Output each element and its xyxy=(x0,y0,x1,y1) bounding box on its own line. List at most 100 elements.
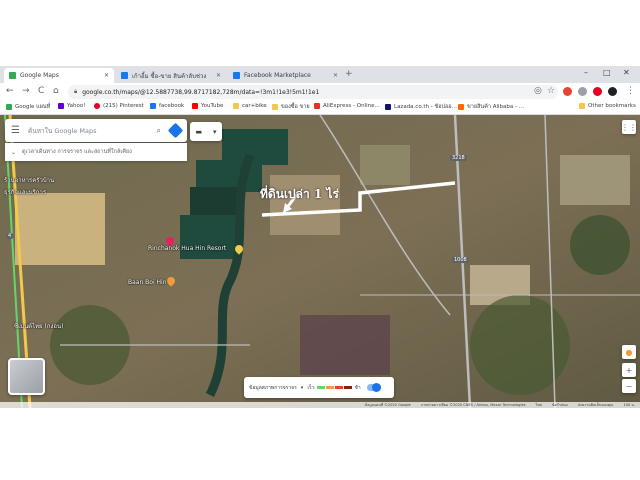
folder-icon xyxy=(272,104,278,110)
map-search-box: ☰ ค้นหาใน Google Maps ⌕ xyxy=(5,119,187,142)
bookmark-youtube[interactable]: YouTube xyxy=(192,103,223,109)
land-annotation-label: ที่ดินเปล่า 1 ไร่ xyxy=(260,187,339,201)
tab-strip: Google Maps ✕ เก้าอี้ม ซื้อ-ขาย สินค้าลั… xyxy=(0,66,640,83)
pegman-icon[interactable]: ● xyxy=(622,345,636,359)
imagery-credit: ภาพถ่ายดาวเทียม ©2020 CNES / Airbus, Max… xyxy=(420,403,526,407)
hamburger-menu-icon[interactable]: ☰ xyxy=(11,125,20,136)
map-type-thumbnail[interactable] xyxy=(8,358,45,395)
place-label-cement[interactable]: ซีเมนต์ไทย (กงอน) xyxy=(14,321,63,331)
browser-window: Google Maps ✕ เก้าอี้ม ซื้อ-ขาย สินค้าลั… xyxy=(0,66,640,408)
address-bar[interactable]: 🔒︎ google.co.th/maps/@12.5887738,99.8717… xyxy=(68,85,558,99)
facebook-favicon-icon xyxy=(233,72,240,79)
bookmark-facebook[interactable]: facebook xyxy=(150,103,184,109)
menu-kebab-icon[interactable]: ⋮ xyxy=(626,86,635,96)
bookmark-yahoo[interactable]: Yahoo! xyxy=(58,103,85,109)
bookmark-folder-buy-sell[interactable]: ของซื้อ ขาย xyxy=(272,103,310,111)
tab-facebook-marketplace[interactable]: Facebook Marketplace ✕ xyxy=(228,68,343,83)
place-label-resort[interactable]: Rinchanok Hua Hin Resort xyxy=(148,245,226,252)
bookmark-label: AliExpress - Online... xyxy=(323,103,380,109)
close-window-button[interactable]: ✕ xyxy=(623,68,630,77)
close-tab-icon[interactable]: ✕ xyxy=(216,72,221,79)
url-text: google.co.th/maps/@12.5887738,99.8717182… xyxy=(82,88,320,96)
bookmark-label: ขายสินค้า Alibaba - ... xyxy=(467,104,524,110)
map-data-credit: ข้อมูลแผนที่ ©2020 Google xyxy=(364,403,411,407)
traffic-toggle[interactable] xyxy=(366,383,381,392)
back-button[interactable]: ← xyxy=(6,86,14,96)
road-number-badge: 3218 xyxy=(450,155,467,161)
road-number-badge: 1008 xyxy=(452,257,469,263)
bookmark-label: Other bookmarks xyxy=(588,103,636,109)
extension-icon[interactable] xyxy=(563,87,572,96)
scale-bar[interactable]: 100 ม. xyxy=(623,402,635,408)
yahoo-icon xyxy=(58,103,64,109)
facebook-favicon-icon xyxy=(121,72,128,79)
tab-google-maps[interactable]: Google Maps ✕ xyxy=(4,68,114,83)
bookmark-alibaba[interactable]: ขายสินค้า Alibaba - ... xyxy=(458,103,524,111)
profile-avatar[interactable] xyxy=(608,87,617,96)
terms-link[interactable]: ข้อกำหนด xyxy=(552,402,568,408)
bookmarks-bar: Google แผนที่ Yahoo! (215) Pinterest fac… xyxy=(0,101,640,115)
extension-icon[interactable] xyxy=(578,87,587,96)
place-label-baan-boi-hin[interactable]: Baan Boi Hin xyxy=(128,279,167,286)
aliexpress-icon xyxy=(314,103,320,109)
bookmark-label: Yahoo! xyxy=(67,103,86,109)
nearby-suggestion-chip[interactable]: ⌄ ดูเวลาเดินทาง การจราจร และสถานที่ใกล้เ… xyxy=(5,143,187,161)
pinterest-extension-icon[interactable] xyxy=(593,87,602,96)
layers-button[interactable]: ▬ ▾ xyxy=(190,122,222,141)
location-icon[interactable]: ◎ xyxy=(534,86,542,96)
bookmark-label: car+bike xyxy=(242,103,267,109)
search-input[interactable]: ค้นหาใน Google Maps xyxy=(28,126,152,136)
maximize-button[interactable]: □ xyxy=(603,68,611,77)
chevron-down-icon: ⌄ xyxy=(11,148,17,156)
traffic-slow-label: ช้า xyxy=(354,384,361,391)
zoom-out-button[interactable]: − xyxy=(622,379,636,393)
facebook-icon xyxy=(150,103,156,109)
zoom-in-button[interactable]: + xyxy=(622,363,636,377)
country-link[interactable]: ไทย xyxy=(536,402,542,408)
traffic-slow-swatch xyxy=(334,386,343,389)
bookmark-pinterest[interactable]: (215) Pinterest xyxy=(94,103,144,109)
close-tab-icon[interactable]: ✕ xyxy=(333,72,338,79)
bookmark-label: ของซื้อ ขาย xyxy=(281,104,310,110)
home-icon[interactable]: ⌂ xyxy=(53,86,59,96)
directions-icon[interactable] xyxy=(167,122,184,139)
bookmark-label: (215) Pinterest xyxy=(103,103,144,109)
lock-icon: 🔒︎ xyxy=(74,88,78,95)
chevron-down-icon: ▾ xyxy=(213,127,217,136)
alibaba-icon xyxy=(458,104,464,110)
chevron-down-icon[interactable]: ▾ xyxy=(301,385,304,391)
tab-label: Google Maps xyxy=(20,72,59,79)
bookmark-label: facebook xyxy=(159,103,185,109)
other-bookmarks[interactable]: Other bookmarks xyxy=(579,103,636,109)
tab-label: Facebook Marketplace xyxy=(244,72,311,79)
traffic-fast-label: เร็ว xyxy=(307,384,315,391)
maps-favicon-icon xyxy=(9,72,16,79)
apps-grid-icon[interactable]: ⋮⋮ xyxy=(621,120,637,134)
map-footer: ข้อมูลแผนที่ ©2020 Google ภาพถ่ายดาวเทีย… xyxy=(0,402,640,408)
bookmark-google-maps[interactable]: Google แผนที่ xyxy=(6,103,50,111)
feedback-link[interactable]: ส่งความคิดเห็นของคุณ xyxy=(578,402,614,408)
place-label-business[interactable]: ธุรกิจและบริการ xyxy=(4,187,46,197)
road-number-badge: 4 xyxy=(6,233,14,239)
bookmark-label: Google แผนที่ xyxy=(15,104,51,110)
maps-icon xyxy=(6,104,12,110)
folder-icon xyxy=(233,103,239,109)
place-label-restaurant[interactable]: ร้านอาหารครัวบ้าน xyxy=(4,175,54,185)
search-icon[interactable]: ⌕ xyxy=(157,126,161,136)
traffic-legend: ข้อมูลสภาพการจราจร ▾ เร็ว ช้า xyxy=(244,377,394,398)
map-canvas[interactable]: ☰ ค้นหาใน Google Maps ⌕ ▬ ▾ ⌄ ดูเวลาเดิน… xyxy=(0,115,640,408)
bookmark-label: Lazada.co.th - ช้อปออ... xyxy=(394,104,457,110)
forward-button[interactable]: → xyxy=(22,86,30,96)
traffic-jam-swatch xyxy=(343,386,352,389)
close-tab-icon[interactable]: ✕ xyxy=(104,72,109,79)
reload-button[interactable]: C xyxy=(38,86,44,96)
traffic-medium-swatch xyxy=(325,386,334,389)
new-tab-button[interactable]: + xyxy=(345,69,353,79)
bookmark-folder-car-bike[interactable]: car+bike xyxy=(233,103,267,109)
bookmark-star-icon[interactable]: ☆ xyxy=(547,86,555,96)
bookmark-lazada[interactable]: Lazada.co.th - ช้อปออ... xyxy=(385,103,457,111)
bookmark-aliexpress[interactable]: AliExpress - Online... xyxy=(314,103,380,109)
traffic-label: ข้อมูลสภาพการจราจร xyxy=(249,384,297,391)
tab-facebook-group[interactable]: เก้าอี้ม ซื้อ-ขาย สินค้าลับช่วง ✕ xyxy=(116,68,226,83)
minimize-button[interactable]: – xyxy=(584,68,588,77)
